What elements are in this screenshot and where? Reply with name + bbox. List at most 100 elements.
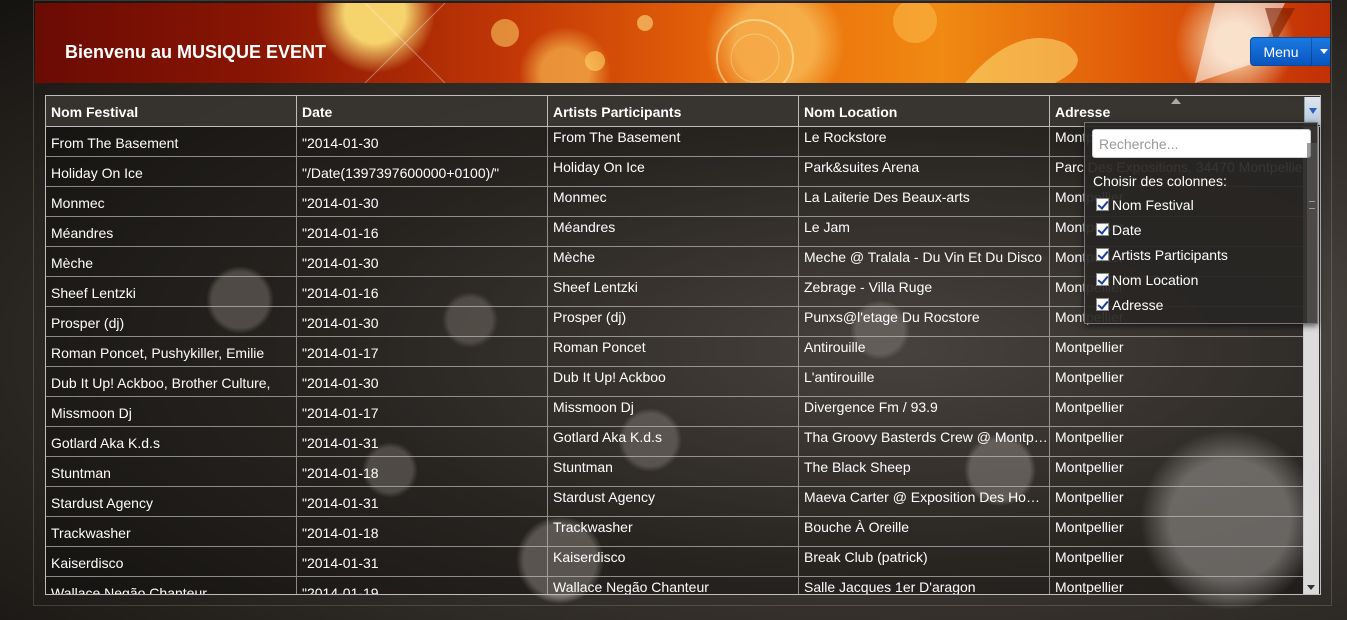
caret-down-icon [1319, 49, 1328, 54]
checkbox-checked-icon[interactable] [1096, 248, 1109, 261]
table-cell: Kaiserdisco [46, 547, 297, 576]
table-cell: "2014-01-18 [297, 517, 548, 546]
table-cell: Missmoon Dj [548, 397, 799, 426]
table-cell: Trackwasher [46, 517, 297, 546]
table-cell: Montpellier [1055, 459, 1124, 475]
table-cell: Prosper (dj) [46, 307, 297, 336]
table-cell: The Black Sheep [799, 457, 1050, 486]
table-cell: Antirouille [799, 337, 1050, 366]
column-option-label: Date [1112, 221, 1142, 238]
table-cell: Meche @ Tralala - Du Vin Et Du Disco [799, 247, 1050, 276]
table-row[interactable]: Missmoon Dj "2014-01-17 Missmoon Dj Diverge… [46, 397, 1303, 427]
table-row[interactable]: Roman Poncet, Pushykiller, Emilie "2014-0… [46, 337, 1303, 367]
column-option-nom-festival[interactable]: Nom Festival [1096, 192, 1228, 217]
column-search-input[interactable] [1092, 129, 1311, 158]
column-option-label: Artists Participants [1112, 246, 1228, 263]
column-header-date[interactable]: Date [297, 96, 548, 126]
table-cell: Holiday On Ice [548, 157, 799, 186]
table-cell: Montpellier [1055, 339, 1124, 355]
table-cell: Holiday On Ice [46, 157, 297, 186]
table-cell: From The Basement [548, 127, 799, 156]
checkbox-checked-icon[interactable] [1096, 298, 1109, 311]
page-title: Bienvenu au MUSIQUE EVENT [65, 42, 327, 62]
table-cell: Montpellier [1055, 519, 1124, 535]
table-row[interactable]: Wallace Negão Chanteur "2014-01-19 Wallace… [46, 577, 1303, 595]
table-cell: Zebrage - Villa Ruge [799, 277, 1050, 306]
table-cell: Le Rockstore [799, 127, 1050, 156]
table-cell: "2014-01-30 [297, 247, 548, 276]
checkbox-checked-icon[interactable] [1096, 198, 1109, 211]
table-cell: "2014-01-16 [297, 217, 548, 246]
table-cell: Salle Jacques 1er D'aragon [799, 577, 1050, 594]
table-cell: "2014-01-17 [297, 337, 548, 366]
table-cell: "2014-01-31 [297, 547, 548, 576]
table-cell: Punxs@l'etage Du Rocstore [799, 307, 1050, 336]
column-header-nom-festival[interactable]: Nom Festival [46, 96, 297, 126]
column-option-nom-location[interactable]: Nom Location [1096, 267, 1228, 292]
table-cell: "2014-01-19 [297, 577, 548, 594]
column-option-label: Adresse [1112, 296, 1164, 313]
table-row[interactable]: Dub It Up! Ackboo, Brother Culture, "2014… [46, 367, 1303, 397]
table-cell: Le Jam [799, 217, 1050, 246]
table-cell: "2014-01-18 [297, 457, 548, 486]
menu-button[interactable]: Menu [1250, 37, 1330, 66]
table-row[interactable]: Kaiserdisco "2014-01-31 Kaiserdisco Break C… [46, 547, 1303, 577]
table-cell: Bouche À Oreille [799, 517, 1050, 546]
table-cell: Montpellier [1055, 429, 1124, 445]
column-option-label: Nom Festival [1112, 196, 1194, 213]
table-cell: Stuntman [548, 457, 799, 486]
table-cell: Mèche [548, 247, 799, 276]
table-cell: Stardust Agency [46, 487, 297, 516]
column-option-artists[interactable]: Artists Participants [1096, 242, 1228, 267]
table-cell: Dub It Up! Ackboo [548, 367, 799, 396]
table-cell: Wallace Negão Chanteur [46, 577, 297, 594]
table-cell: Méandres [548, 217, 799, 246]
menu-button-label[interactable]: Menu [1251, 38, 1311, 65]
table-row[interactable]: Gotlard Aka K.d.s "2014-01-31 Gotlard Aka … [46, 427, 1303, 457]
column-chooser-scrollbar[interactable] [1307, 143, 1317, 323]
column-option-date[interactable]: Date [1096, 217, 1228, 242]
table-cell: "2014-01-17 [297, 397, 548, 426]
table-cell: Gotlard Aka K.d.s [548, 427, 799, 456]
table-cell: Méandres [46, 217, 297, 246]
table-cell: Missmoon Dj [46, 397, 297, 426]
chevron-down-icon [1308, 108, 1317, 114]
table-cell: Mèche [46, 247, 297, 276]
table-cell: "2014-01-31 [297, 487, 548, 516]
table-cell: Dub It Up! Ackboo, Brother Culture, [46, 367, 297, 396]
table-cell: Montpellier [1055, 579, 1124, 595]
table-cell: La Laiterie Des Beaux-arts [799, 187, 1050, 216]
column-header-artists[interactable]: Artists Participants [548, 96, 799, 126]
checkbox-checked-icon[interactable] [1096, 273, 1109, 286]
table-cell: "2014-01-30 [297, 367, 548, 396]
scroll-down-arrow-icon[interactable] [1307, 585, 1315, 590]
table-cell: "/Date(1397397600000+0100)/" [297, 157, 548, 186]
column-options-list: Nom Festival Date Artists Participants N… [1096, 192, 1228, 317]
table-row[interactable]: Stardust Agency "2014-01-31 Stardust Agenc… [46, 487, 1303, 517]
menu-dropdown-toggle[interactable] [1311, 38, 1330, 65]
table-cell: Montpellier [1055, 369, 1124, 385]
column-chooser-title: Choisir des colonnes: [1093, 173, 1227, 189]
table-cell: Sheef Lentzki [548, 277, 799, 306]
table-cell: Maeva Carter @ Exposition Des Hommes [799, 487, 1050, 516]
table-cell: Kaiserdisco [548, 547, 799, 576]
table-cell: Prosper (dj) [548, 307, 799, 336]
header-banner: Bienvenu au MUSIQUE EVENT Menu [35, 3, 1330, 83]
table-cell: Stuntman [46, 457, 297, 486]
table-cell: "2014-01-16 [297, 277, 548, 306]
column-option-adresse[interactable]: Adresse [1096, 292, 1228, 317]
column-header-nom-location[interactable]: Nom Location [799, 96, 1050, 126]
table-cell: Roman Poncet [548, 337, 799, 366]
column-menu-toggle[interactable] [1304, 97, 1320, 125]
table-cell: Roman Poncet, Pushykiller, Emilie [46, 337, 297, 366]
table-cell: Sheef Lentzki [46, 277, 297, 306]
table-cell: "2014-01-30 [297, 127, 548, 156]
table-row[interactable]: Stuntman "2014-01-18 Stuntman The Black She… [46, 457, 1303, 487]
sort-ascending-icon [1171, 98, 1181, 104]
table-cell: Break Club (patrick) [799, 547, 1050, 576]
table-cell: Trackwasher [548, 517, 799, 546]
table-row[interactable]: Trackwasher "2014-01-18 Trackwasher Bouche … [46, 517, 1303, 547]
checkbox-checked-icon[interactable] [1096, 223, 1109, 236]
table-cell: "2014-01-30 [297, 307, 548, 336]
table-cell: Monmec [548, 187, 799, 216]
